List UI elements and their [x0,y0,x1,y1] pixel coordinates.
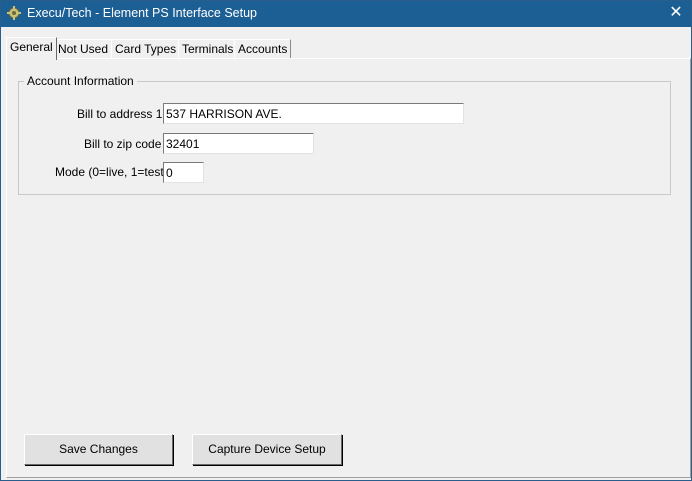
capture-device-setup-button[interactable]: Capture Device Setup [192,434,342,465]
mode-input[interactable] [163,162,204,183]
bill-address-label: Bill to address 1 [77,107,163,121]
bill-zip-label: Bill to zip code [84,137,162,151]
bill-zip-input[interactable] [163,133,314,154]
bill-address-input[interactable] [163,103,464,124]
tab-card-types[interactable]: Card Types [111,39,181,59]
title-bar[interactable]: Execu/Tech - Element PS Interface Setup … [1,1,691,27]
app-gear-icon [7,6,21,20]
window-title: Execu/Tech - Element PS Interface Setup [27,6,257,20]
tab-general[interactable]: General [6,37,57,60]
tab-strip: General Not Used Card Types Terminals Ac… [6,37,690,60]
close-icon[interactable]: ✕ [661,1,691,27]
tab-not-used[interactable]: Not Used [54,39,113,59]
tab-terminals[interactable]: Terminals [178,39,238,59]
save-changes-button[interactable]: Save Changes [24,434,173,465]
setup-window: Execu/Tech - Element PS Interface Setup … [0,0,692,481]
mode-label: Mode (0=live, 1=test) [55,165,168,179]
account-information-legend: Account Information [24,74,137,88]
tab-accounts[interactable]: Accounts [234,39,292,59]
